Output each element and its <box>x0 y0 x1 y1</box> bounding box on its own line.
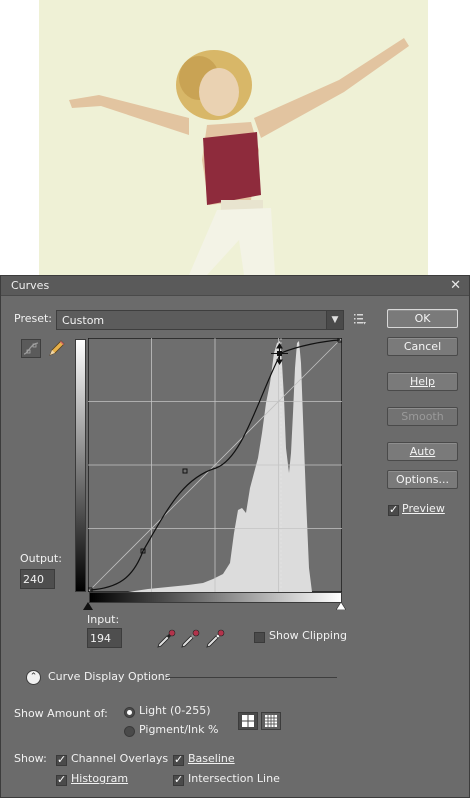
preset-value: Custom <box>62 314 105 327</box>
curve-graph[interactable] <box>88 338 342 592</box>
simple-grid-icon[interactable] <box>238 712 258 730</box>
intersection-line-label: Intersection Line <box>188 772 280 785</box>
baseline-label: Baseline <box>188 752 235 765</box>
white-point-slider[interactable] <box>336 602 346 610</box>
detailed-grid-icon[interactable] <box>261 712 281 730</box>
help-button-label: Help <box>409 375 436 388</box>
preset-options-menu-icon[interactable] <box>353 312 367 326</box>
pigment-radio[interactable] <box>124 726 135 737</box>
background-photo <box>39 0 428 275</box>
black-point-dropper-icon[interactable] <box>155 628 177 650</box>
smooth-button[interactable]: Smooth <box>387 407 458 426</box>
baseline-label-text: Baseline <box>188 752 235 765</box>
preview-label: Preview <box>402 502 445 515</box>
output-label: Output: <box>20 552 62 565</box>
input-label: Input: <box>87 613 120 626</box>
auto-button[interactable]: Auto <box>387 442 458 461</box>
dialog-title: Curves <box>11 279 50 292</box>
show-clipping-label: Show Clipping <box>269 629 347 642</box>
baseline-checkbox[interactable] <box>173 753 184 766</box>
channel-overlays-label: Channel Overlays <box>71 752 169 765</box>
dialog-titlebar[interactable]: Curves ✕ <box>1 276 469 296</box>
pencil-icon[interactable] <box>46 339 66 358</box>
preview-label-text: Preview <box>402 502 445 515</box>
histogram-checkbox[interactable] <box>56 773 67 786</box>
output-gradient-bar <box>75 339 86 592</box>
output-field[interactable]: 240 <box>20 569 55 589</box>
auto-button-label: Auto <box>409 445 436 458</box>
input-field[interactable]: 194 <box>87 628 122 648</box>
show-label: Show: <box>14 752 47 765</box>
preview-checkbox[interactable] <box>388 503 399 516</box>
intersection-line-checkbox[interactable] <box>173 773 184 786</box>
preset-dropdown[interactable]: Custom ▼ <box>56 310 344 330</box>
light-radio-label: Light (0-255) <box>139 704 211 717</box>
light-radio[interactable] <box>124 707 135 718</box>
black-point-slider[interactable] <box>83 602 93 610</box>
preset-label: Preset: <box>14 312 53 325</box>
pigment-radio-label: Pigment/Ink % <box>139 723 219 736</box>
collapse-chevron-icon[interactable]: ⌃ <box>26 670 41 685</box>
section-divider <box>167 677 337 678</box>
curve-display-options-label: Curve Display Options <box>48 670 171 683</box>
curve-tool-icon[interactable] <box>21 339 41 358</box>
gray-point-dropper-icon[interactable] <box>179 628 201 650</box>
curves-dialog: Curves ✕ Preset: Custom ▼ OK Cancel Help… <box>0 275 470 798</box>
channel-overlays-checkbox[interactable] <box>56 753 67 766</box>
help-button[interactable]: Help <box>387 372 458 391</box>
ok-button[interactable]: OK <box>387 309 458 328</box>
cancel-button[interactable]: Cancel <box>387 337 458 356</box>
show-amount-label: Show Amount of: <box>14 707 108 720</box>
white-point-dropper-icon[interactable] <box>204 628 226 650</box>
close-icon[interactable]: ✕ <box>450 278 461 293</box>
histogram-label: Histogram <box>71 772 128 785</box>
input-gradient-bar <box>89 592 342 603</box>
options-button[interactable]: Options... <box>387 470 458 489</box>
photo-illustration <box>39 0 428 275</box>
histogram-label-text: Histogram <box>71 772 129 785</box>
show-clipping-checkbox[interactable] <box>254 632 265 643</box>
chevron-down-icon: ▼ <box>326 311 343 329</box>
